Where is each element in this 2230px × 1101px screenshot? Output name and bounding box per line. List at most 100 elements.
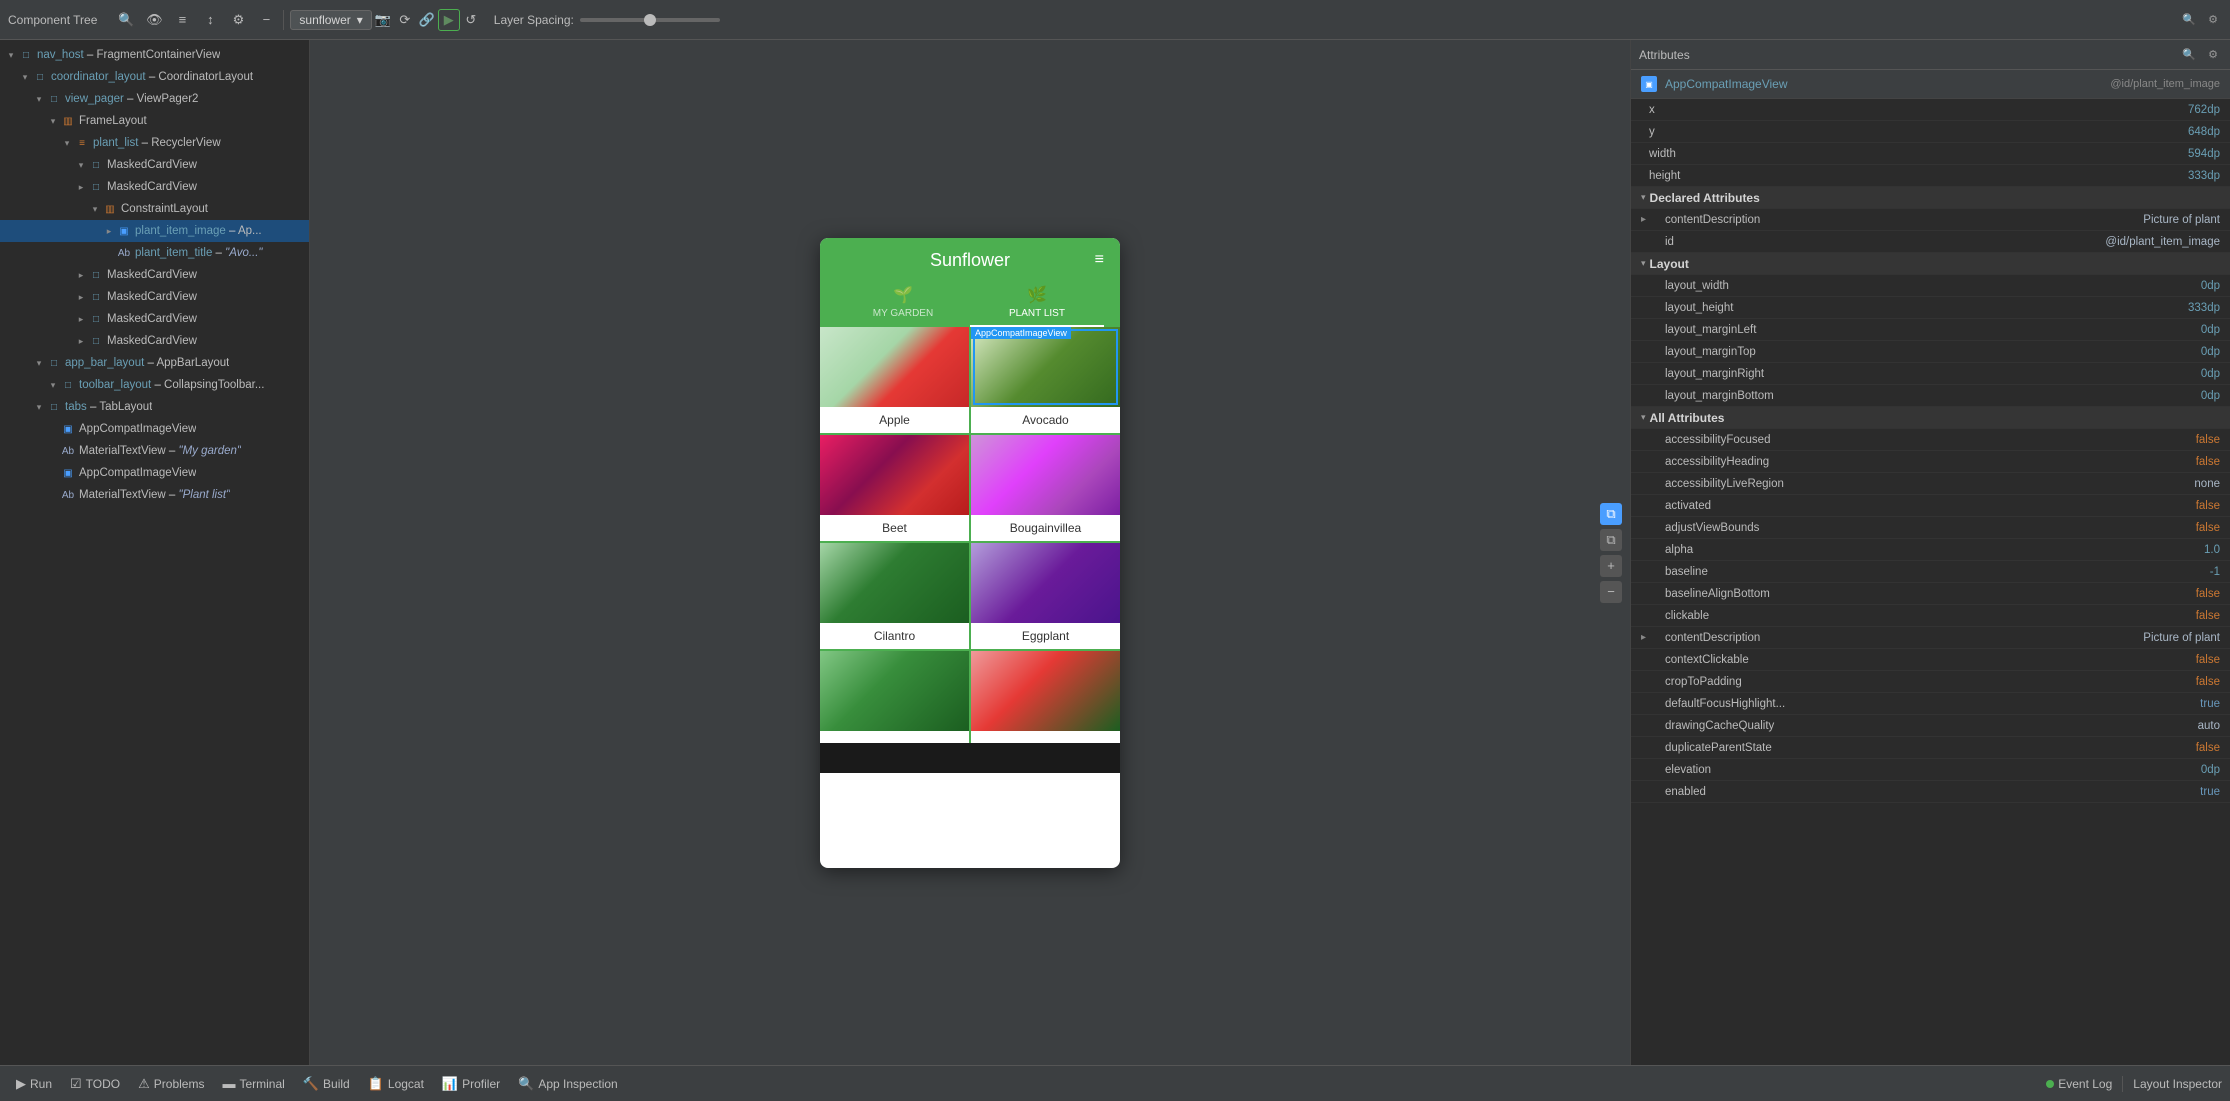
tab-plant-list[interactable]: 🌿 PLANT LIST (970, 279, 1104, 327)
link-icon[interactable]: 🔗 (416, 9, 438, 31)
toggle-maskedcard4[interactable]: ▸ (74, 290, 88, 304)
toggle-maskedcard2[interactable]: ▸ (74, 180, 88, 194)
attr-row-activated: activated false (1631, 495, 2230, 517)
attr-name-clickable: clickable (1657, 610, 2196, 622)
attr-name-baseline-align-bottom: baselineAlignBottom (1657, 588, 2196, 600)
run-button[interactable]: ▶ Run (8, 1074, 60, 1094)
close-icon[interactable]: − (255, 9, 277, 31)
eye-icon[interactable]: 👁 (143, 9, 165, 31)
toggle-constraintlayout[interactable]: ▾ (88, 202, 102, 216)
tree-node-plant-item-title[interactable]: ▸ Ab plant_item_title – "Avo..." (0, 242, 309, 264)
toggle-plant-list[interactable]: ▾ (60, 136, 74, 150)
tree-node-material-text1[interactable]: ▸ Ab MaterialTextView – "My garden" (0, 440, 309, 462)
tree-node-tabs[interactable]: ▾ □ tabs – TabLayout (0, 396, 309, 418)
layer-spacing-label: Layer Spacing: (494, 13, 574, 27)
tree-node-maskedcard3[interactable]: ▸ □ MaskedCardView (0, 264, 309, 286)
attr-value-margin-right: 0dp (2201, 368, 2220, 380)
toggle-plant-item-image[interactable]: ▸ (102, 224, 116, 238)
camera-icon[interactable]: 📷 (372, 9, 394, 31)
settings-icon[interactable]: ⚙ (227, 9, 249, 31)
tree-node-framelayout[interactable]: ▾ ▥ FrameLayout (0, 110, 309, 132)
copy-icon[interactable]: ⧉ (1600, 503, 1622, 525)
zoom-out-btn[interactable]: − (1600, 581, 1622, 603)
tree-node-toolbar[interactable]: ▾ □ toolbar_layout – CollapsingToolbar..… (0, 374, 309, 396)
sort-icon[interactable]: ↕ (199, 9, 221, 31)
side-controls: ⧉ ⧉ + − (1600, 503, 1622, 603)
toggle-framelayout[interactable]: ▾ (46, 114, 60, 128)
plant-card-apple[interactable]: Apple (820, 327, 969, 433)
copy-btn[interactable]: ⧉ (1600, 529, 1622, 551)
tab-garden[interactable]: 🌱 MY GARDEN (836, 279, 970, 327)
tree-node-plant-item-image[interactable]: ▸ ▣ plant_item_image – Ap... (0, 220, 309, 242)
toggle-appbar[interactable]: ▾ (32, 356, 46, 370)
toggle-maskedcard5[interactable]: ▸ (74, 312, 88, 326)
rotate-icon[interactable]: ⟳ (394, 9, 416, 31)
layer-spacing-slider[interactable] (580, 18, 720, 22)
expand-content-desc[interactable]: ▸ (1641, 214, 1653, 225)
component-tree-toolbar-section: Component Tree 🔍 👁 ≡ ↕ ⚙ − (8, 9, 277, 31)
filter-icon[interactable]: ≡ (1095, 251, 1104, 269)
viewpager-icon: □ (46, 91, 62, 107)
toggle-maskedcard1[interactable]: ▾ (74, 158, 88, 172)
build-button[interactable]: 🔨 Build (295, 1074, 358, 1094)
attr-settings-icon[interactable]: ⚙ (2204, 11, 2222, 29)
section-layout[interactable]: ▾ Layout (1631, 253, 2230, 275)
attr-name-default-focus: defaultFocusHighlight... (1657, 698, 2200, 710)
plant-img-apple (820, 327, 969, 407)
refresh-icon[interactable]: ↺ (460, 9, 482, 31)
attr-row-x: x 762dp (1631, 99, 2230, 121)
tree-node-compat-img1[interactable]: ▸ ▣ AppCompatImageView (0, 418, 309, 440)
plant-card-avocado[interactable]: AppCompatImageView Avocado (971, 327, 1120, 433)
tree-node-maskedcard1[interactable]: ▾ □ MaskedCardView (0, 154, 309, 176)
attr-panel-search-icon[interactable]: 🔍 (2180, 46, 2198, 64)
tree-node-maskedcard4[interactable]: ▸ □ MaskedCardView (0, 286, 309, 308)
plant-card-g1[interactable] (820, 651, 969, 743)
app-tabs: 🌱 MY GARDEN 🌿 PLANT LIST (836, 279, 1104, 327)
toggle-maskedcard6[interactable]: ▸ (74, 334, 88, 348)
device-selector[interactable]: sunflower ▾ (290, 10, 371, 30)
tree-node-coordinator[interactable]: ▾ □ coordinator_layout – CoordinatorLayo… (0, 66, 309, 88)
tree-node-viewpager[interactable]: ▾ □ view_pager – ViewPager2 (0, 88, 309, 110)
zoom-in-btn[interactable]: + (1600, 555, 1622, 577)
tree-node-nav-host[interactable]: ▾ □ nav_host – FragmentContainerView (0, 44, 309, 66)
section-declared-attrs[interactable]: ▾ Declared Attributes (1631, 187, 2230, 209)
problems-button[interactable]: ⚠ Problems (130, 1074, 212, 1094)
plant-card-beet[interactable]: Beet (820, 435, 969, 541)
tree-node-maskedcard6[interactable]: ▸ □ MaskedCardView (0, 330, 309, 352)
tree-node-maskedcard5[interactable]: ▸ □ MaskedCardView (0, 308, 309, 330)
plant-card-cilantro[interactable]: Cilantro (820, 543, 969, 649)
logcat-button[interactable]: 📋 Logcat (360, 1074, 432, 1094)
attr-row-enabled: enabled true (1631, 781, 2230, 803)
profiler-button[interactable]: 📊 Profiler (434, 1074, 508, 1094)
attr-row-a11y-focused: accessibilityFocused false (1631, 429, 2230, 451)
plant-card-eggplant[interactable]: Eggplant (971, 543, 1120, 649)
tree-node-maskedcard2[interactable]: ▸ □ MaskedCardView (0, 176, 309, 198)
tree-node-appbar[interactable]: ▾ □ app_bar_layout – AppBarLayout (0, 352, 309, 374)
tree-node-constraintlayout[interactable]: ▾ ▥ ConstraintLayout (0, 198, 309, 220)
app-inspection-button[interactable]: 🔍 App Inspection (510, 1074, 626, 1094)
status-indicator (2046, 1080, 2054, 1088)
attr-search-icon[interactable]: 🔍 (2180, 11, 2198, 29)
play-icon: ▶ (16, 1076, 26, 1092)
toggle-coordinator[interactable]: ▾ (18, 70, 32, 84)
attr-name-a11y-live: accessibilityLiveRegion (1657, 478, 2194, 490)
search-icon[interactable]: 🔍 (115, 9, 137, 31)
list-icon[interactable]: ≡ (171, 9, 193, 31)
tree-node-compat-img2[interactable]: ▸ ▣ AppCompatImageView (0, 462, 309, 484)
attr-panel-settings-icon[interactable]: ⚙ (2204, 46, 2222, 64)
toggle-nav-host[interactable]: ▾ (4, 48, 18, 62)
plant-card-bougainvillea[interactable]: Bougainvillea (971, 435, 1120, 541)
todo-button[interactable]: ☑ TODO (62, 1074, 128, 1094)
section-all-attrs[interactable]: ▾ All Attributes (1631, 407, 2230, 429)
terminal-button[interactable]: ▬ Terminal (214, 1074, 292, 1093)
toggle-maskedcard3[interactable]: ▸ (74, 268, 88, 282)
tree-node-material-text2[interactable]: ▸ Ab MaterialTextView – "Plant list" (0, 484, 309, 506)
expand-content-desc-all[interactable]: ▸ (1641, 632, 1653, 643)
declared-attrs-title: Declared Attributes (1650, 191, 2220, 205)
tree-node-plant-list[interactable]: ▾ ≡ plant_list – RecyclerView (0, 132, 309, 154)
plant-card-g2[interactable] (971, 651, 1120, 743)
toggle-viewpager[interactable]: ▾ (32, 92, 46, 106)
toggle-toolbar[interactable]: ▾ (46, 378, 60, 392)
record-icon[interactable]: ▶ (438, 9, 460, 31)
toggle-tabs[interactable]: ▾ (32, 400, 46, 414)
